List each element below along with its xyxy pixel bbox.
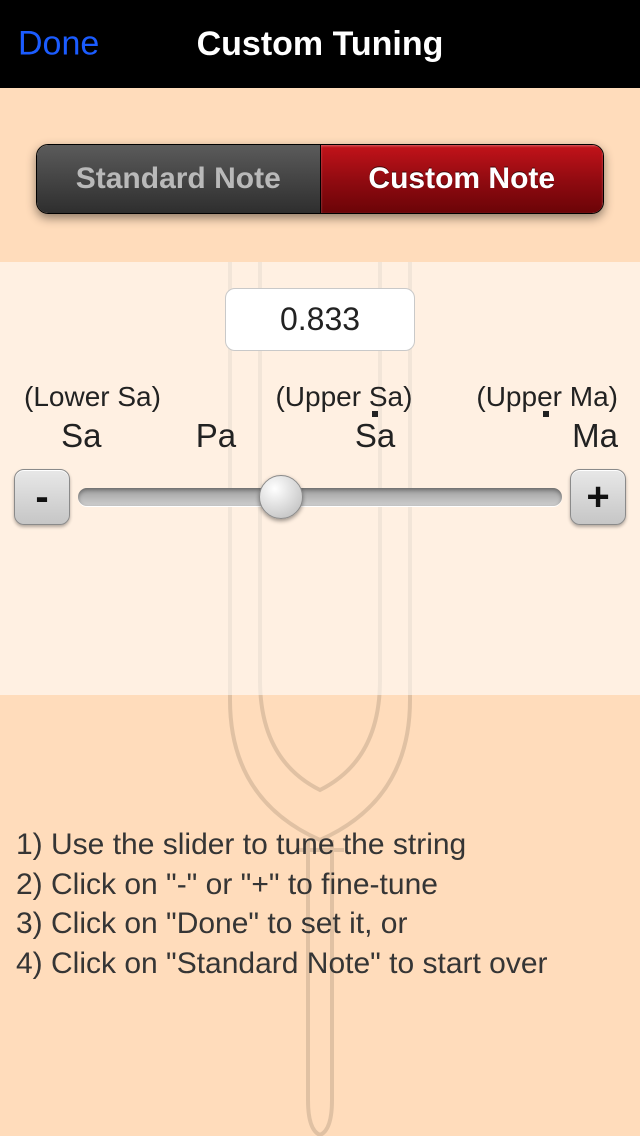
note-mode-segmented: Standard Note Custom Note (36, 144, 604, 214)
slider-tick-labels: Sa Pa Sa Ma (14, 417, 626, 455)
page-title: Custom Tuning (197, 25, 444, 64)
instructions-text: 1) Use the slider to tune the string 2) … (0, 695, 640, 983)
segment-standard-note[interactable]: Standard Note (37, 145, 321, 213)
instruction-line-1: 1) Use the slider to tune the string (16, 825, 624, 865)
tuning-slider[interactable] (78, 488, 562, 506)
decrement-button[interactable]: - (14, 469, 70, 525)
segment-custom-note[interactable]: Custom Note (321, 145, 604, 213)
slider-thumb[interactable] (259, 475, 303, 519)
tick-pa: Pa (196, 417, 236, 454)
tuning-value-field[interactable]: 0.833 (225, 288, 415, 351)
label-lower-sa: (Lower Sa) (14, 381, 198, 413)
instruction-line-3: 3) Click on "Done" to set it, or (16, 904, 624, 944)
segmented-control-area: Standard Note Custom Note (0, 88, 640, 262)
tick-sa: Sa (61, 417, 101, 454)
tick-ma-upper: Ma (572, 417, 618, 454)
tuning-panel: 0.833 (Lower Sa) (Upper Sa) (Upper Ma) S… (0, 262, 640, 695)
slider-range-labels: (Lower Sa) (Upper Sa) (Upper Ma) (14, 381, 626, 413)
done-button[interactable]: Done (18, 25, 99, 64)
navbar: Done Custom Tuning (0, 0, 640, 88)
instruction-line-4: 4) Click on "Standard Note" to start ove… (16, 944, 624, 984)
instruction-line-2: 2) Click on "-" or "+" to fine-tune (16, 865, 624, 905)
increment-button[interactable]: + (570, 469, 626, 525)
tick-sa-upper: Sa (355, 417, 395, 454)
label-upper-sa: (Upper Sa) (198, 381, 443, 413)
label-upper-ma: (Upper Ma) (442, 381, 626, 413)
